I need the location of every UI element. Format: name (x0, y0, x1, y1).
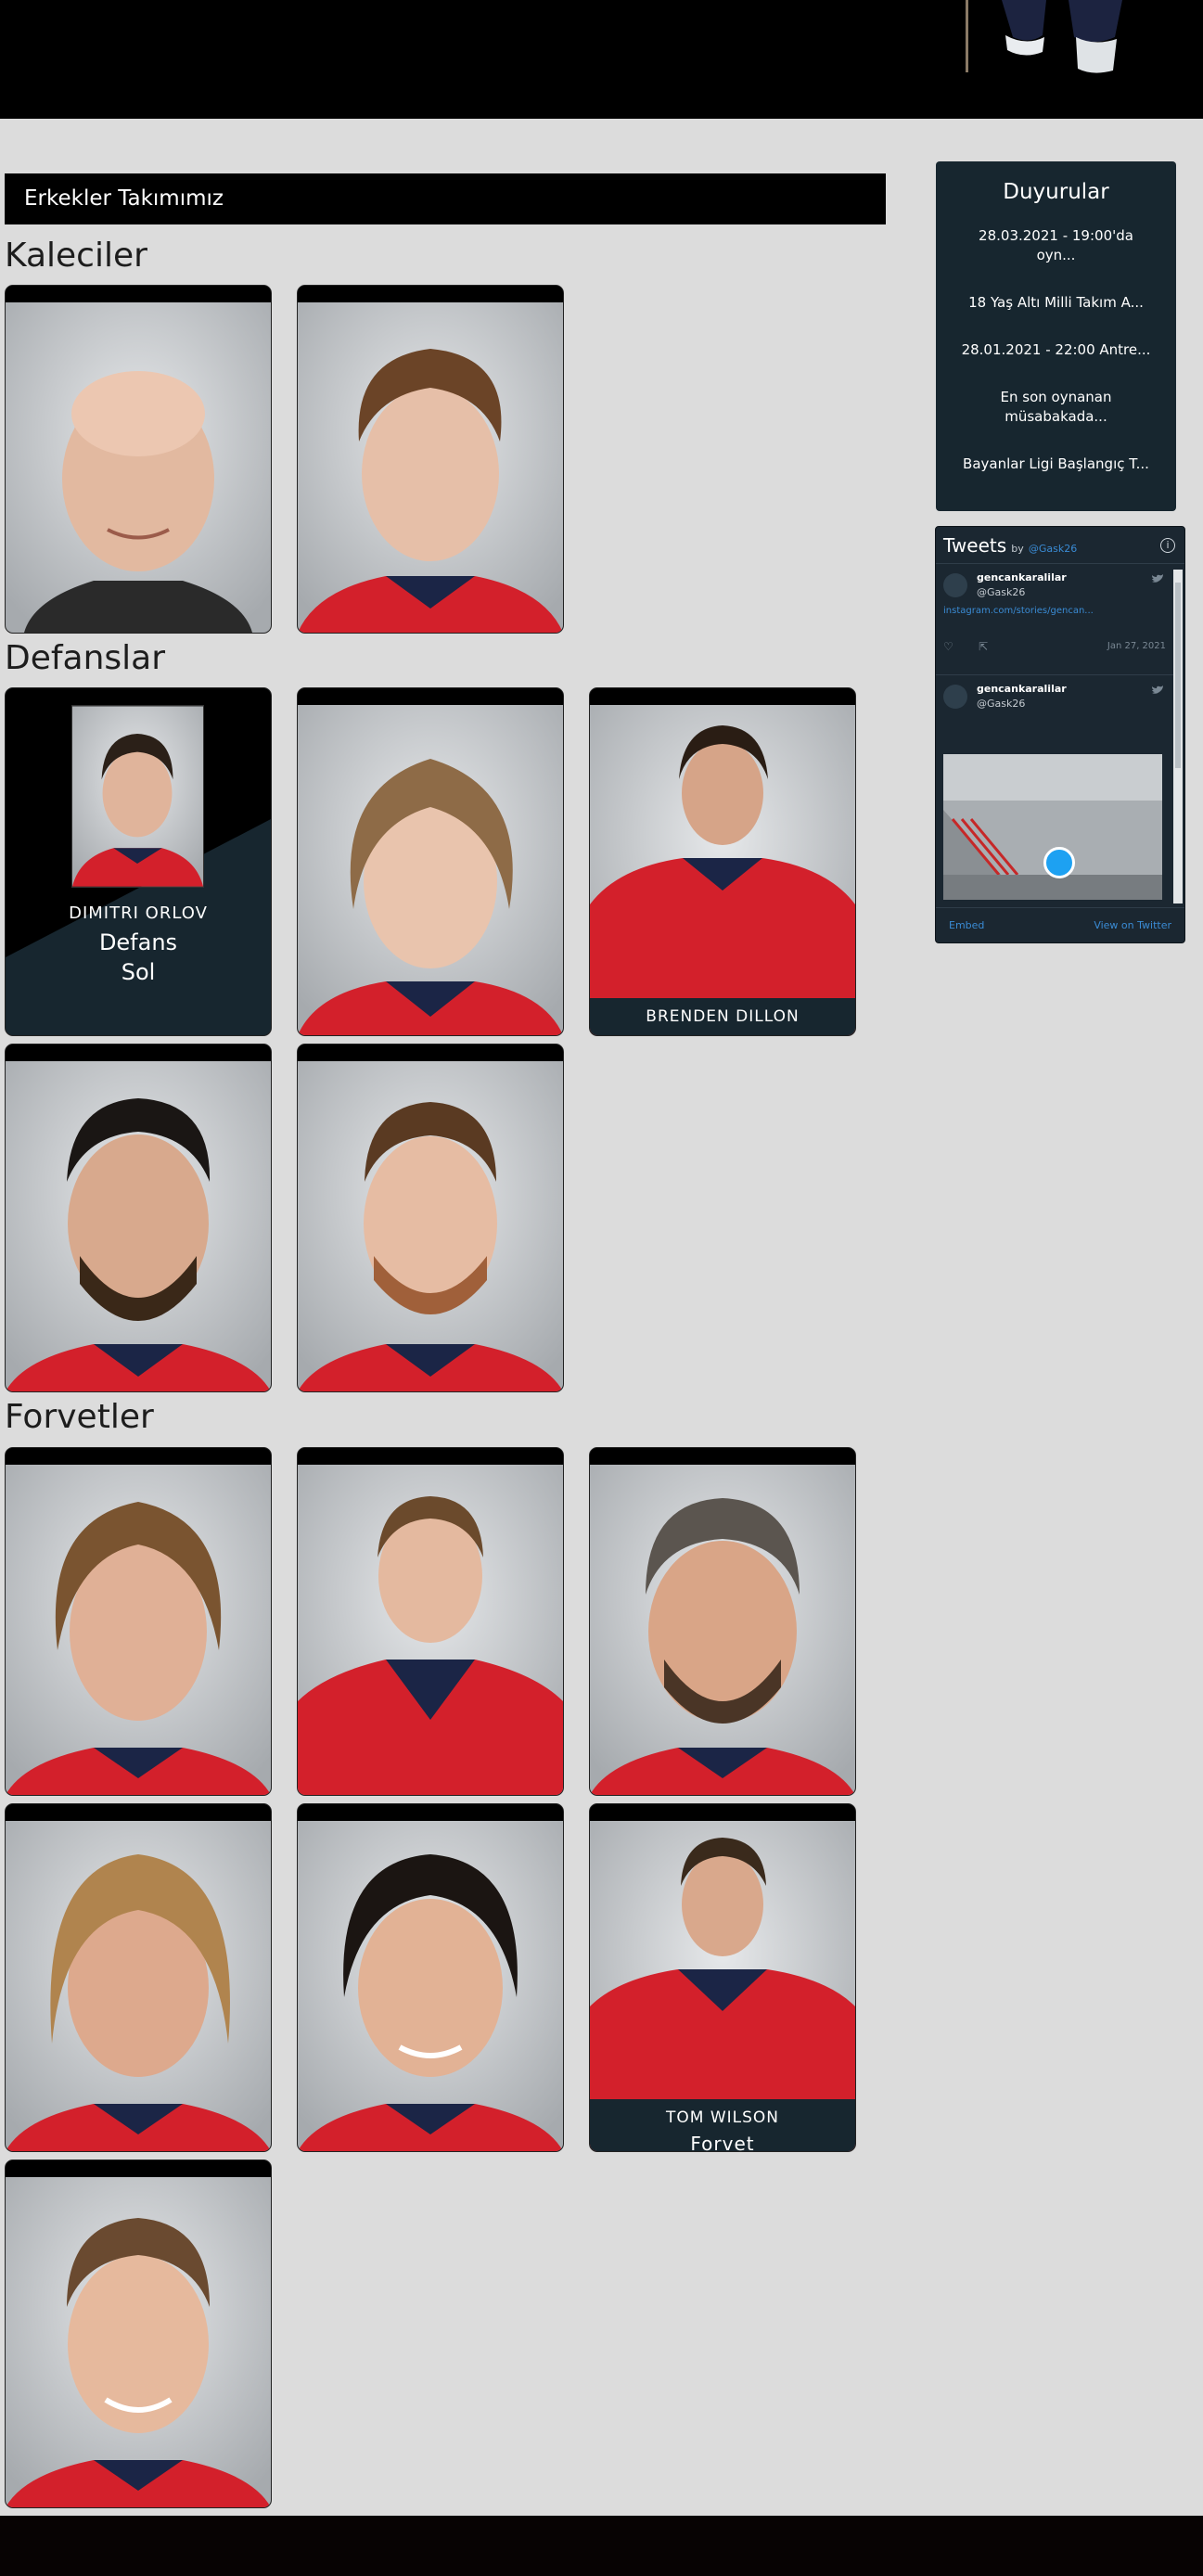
player-card-forward-1[interactable] (5, 1447, 272, 1796)
player-photo (298, 1465, 563, 1795)
player-caption: TOM WILSON Forvet (590, 2099, 855, 2151)
player-photo (6, 1061, 271, 1391)
player-card-defense-2[interactable] (297, 687, 564, 1036)
card-top-bar (590, 688, 855, 705)
tweet-author-name[interactable]: gencankaralilar (977, 571, 1166, 583)
tweet-actions: ♡ ⇱ Jan 27, 2021 (943, 636, 1166, 657)
video-thumbnail (943, 754, 1162, 900)
card-top-bar (298, 286, 563, 302)
twitter-title: Tweets (943, 534, 1007, 557)
player-photo (298, 1821, 563, 2151)
embed-link[interactable]: Embed (949, 919, 984, 931)
player-name: DIMITRI ORLOV (69, 904, 208, 923)
view-on-twitter-link[interactable]: View on Twitter (1094, 919, 1171, 931)
player-card-forward-2[interactable] (297, 1447, 564, 1796)
player-card-goalie-2[interactable] (297, 285, 564, 634)
scrollbar-thumb[interactable] (1175, 583, 1181, 768)
tweet-author-handle: @Gask26 (977, 586, 1026, 598)
card-top-bar (298, 1448, 563, 1465)
player-card-forward-7[interactable] (5, 2159, 272, 2508)
card-top-bar (6, 1044, 271, 1061)
section-title-forwards: Forvetler (5, 1398, 154, 1436)
tweet-author-handle: @Gask26 (977, 698, 1026, 710)
twitter-header: Tweets by @Gask26 i (936, 527, 1184, 564)
page-footer (0, 2516, 1203, 2576)
section-title-goalies: Kaleciler (5, 237, 147, 275)
player-card-defense-5[interactable] (297, 1044, 564, 1392)
player-photo (298, 1061, 563, 1391)
player-position: Defans (98, 929, 178, 955)
tweet-author-name[interactable]: gencankaralilar (977, 683, 1166, 695)
team-title-bar: Erkekler Takımımız (5, 173, 886, 224)
card-top-bar (6, 1448, 271, 1465)
like-icon[interactable]: ♡ (943, 640, 953, 653)
play-icon[interactable] (1043, 847, 1075, 878)
top-header-bar (0, 0, 1203, 119)
card-top-bar (590, 1804, 855, 1821)
player-photo (6, 1821, 271, 2151)
player-photo (6, 302, 271, 633)
announcement-item[interactable]: En son oynanan müsabakada... (959, 388, 1154, 427)
card-top-bar (6, 2160, 271, 2177)
hero-player-image (965, 0, 1132, 74)
twitter-timeline-widget: Tweets by @Gask26 i gencankaralilar @Gas… (935, 526, 1185, 943)
player-card-dillon[interactable]: BRENDEN DILLON (589, 687, 856, 1036)
info-icon[interactable]: i (1160, 538, 1175, 553)
announcements-panel: Duyurular 28.03.2021 - 19:00'da oyn... 1… (936, 161, 1176, 511)
twitter-by-label: by (1011, 543, 1024, 555)
announcement-item[interactable]: 28.03.2021 - 19:00'da oyn... (959, 226, 1154, 265)
player-photo (298, 302, 563, 633)
twitter-handle-link[interactable]: @Gask26 (1029, 543, 1077, 555)
twitter-bird-icon[interactable] (1151, 685, 1164, 696)
player-card-orlov[interactable]: DIMITRI ORLOV Defans Sol (5, 687, 272, 1036)
player-card-forward-3[interactable] (589, 1447, 856, 1796)
tweet[interactable]: gencankaralilar @Gask26 instagram.com/st… (936, 564, 1173, 675)
player-card-forward-4[interactable] (5, 1803, 272, 2152)
card-top-bar (6, 286, 271, 302)
twitter-bird-icon[interactable] (1151, 573, 1164, 584)
avatar[interactable] (943, 573, 967, 597)
player-card-goalie-1[interactable] (5, 285, 272, 634)
player-photo (6, 1465, 271, 1795)
player-caption: BRENDEN DILLON (590, 998, 855, 1035)
announcement-item[interactable]: 18 Yaş Altı Milli Takım A... (959, 293, 1154, 313)
tweet-date[interactable]: Jan 27, 2021 (1107, 641, 1166, 651)
player-photo (71, 705, 204, 888)
twitter-feed: gencankaralilar @Gask26 instagram.com/st… (936, 564, 1173, 909)
player-name: TOM WILSON (665, 2108, 780, 2127)
player-side: Sol (121, 959, 156, 985)
player-photo (590, 705, 855, 1035)
player-position: Forvet (690, 2133, 755, 2152)
tweet-link[interactable]: instagram.com/stories/gencan... (943, 606, 1166, 616)
twitter-footer: Embed View on Twitter (936, 907, 1184, 942)
card-top-bar (298, 1804, 563, 1821)
player-card-defense-4[interactable] (5, 1044, 272, 1392)
player-card-forward-5[interactable] (297, 1803, 564, 2152)
section-title-defense: Defanslar (5, 639, 166, 677)
card-top-bar (298, 688, 563, 705)
player-name: BRENDEN DILLON (646, 1007, 800, 1026)
announcements-title: Duyurular (1003, 180, 1109, 204)
twitter-scrollbar[interactable] (1173, 570, 1183, 904)
avatar[interactable] (943, 685, 967, 709)
card-top-bar (6, 1804, 271, 1821)
player-photo (298, 705, 563, 1035)
player-card-wilson[interactable]: TOM WILSON Forvet (589, 1803, 856, 2152)
announcement-item[interactable]: 28.01.2021 - 22:00 Antre... (959, 340, 1154, 360)
card-top-bar (298, 1044, 563, 1061)
tweet-video[interactable] (943, 754, 1162, 900)
share-icon[interactable]: ⇱ (979, 640, 988, 653)
announcement-item[interactable]: Bayanlar Ligi Başlangıç T... (959, 455, 1154, 474)
card-top-bar (590, 1448, 855, 1465)
player-photo (6, 2177, 271, 2507)
player-photo (590, 1465, 855, 1795)
